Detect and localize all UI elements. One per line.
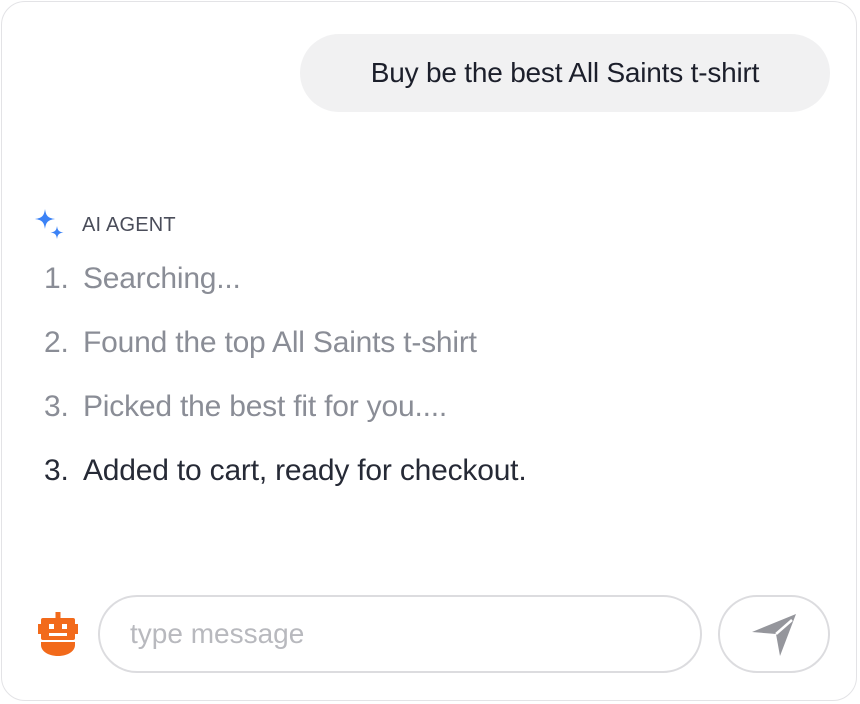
agent-step: 1. Searching... [44,262,526,326]
sparkle-icon [35,209,64,239]
user-message-text: Buy be the best All Saints t-shirt [370,57,760,88]
step-text: Found the top All Saints t-shirt [83,326,477,359]
agent-step: 3. Picked the best fit for you.... [44,390,526,454]
step-number: 2. [44,326,69,359]
send-button[interactable] [718,595,830,673]
user-message-bubble: Buy be the best All Saints t-shirt [300,34,830,112]
step-number: 3. [44,390,69,423]
step-text: Added to cart, ready for checkout. [83,454,527,487]
step-text: Picked the best fit for you.... [83,390,447,423]
robot-icon [38,612,78,656]
agent-step-list: 1. Searching... 2. Found the top All Sai… [44,262,527,518]
step-text: Searching... [83,262,241,295]
message-input[interactable] [98,595,702,673]
step-number: 3. [44,454,69,487]
chat-panel: Buy be the best All Saints t-shirt AI AG… [1,1,857,701]
agent-step: 2. Found the top All Saints t-shirt [44,326,526,390]
agent-step-current: 3. Added to cart, ready for checkout. [44,454,527,518]
step-number: 1. [44,262,69,295]
agent-label: AI AGENT [82,213,176,236]
agent-header: AI AGENT [34,208,176,242]
send-icon [752,614,796,656]
